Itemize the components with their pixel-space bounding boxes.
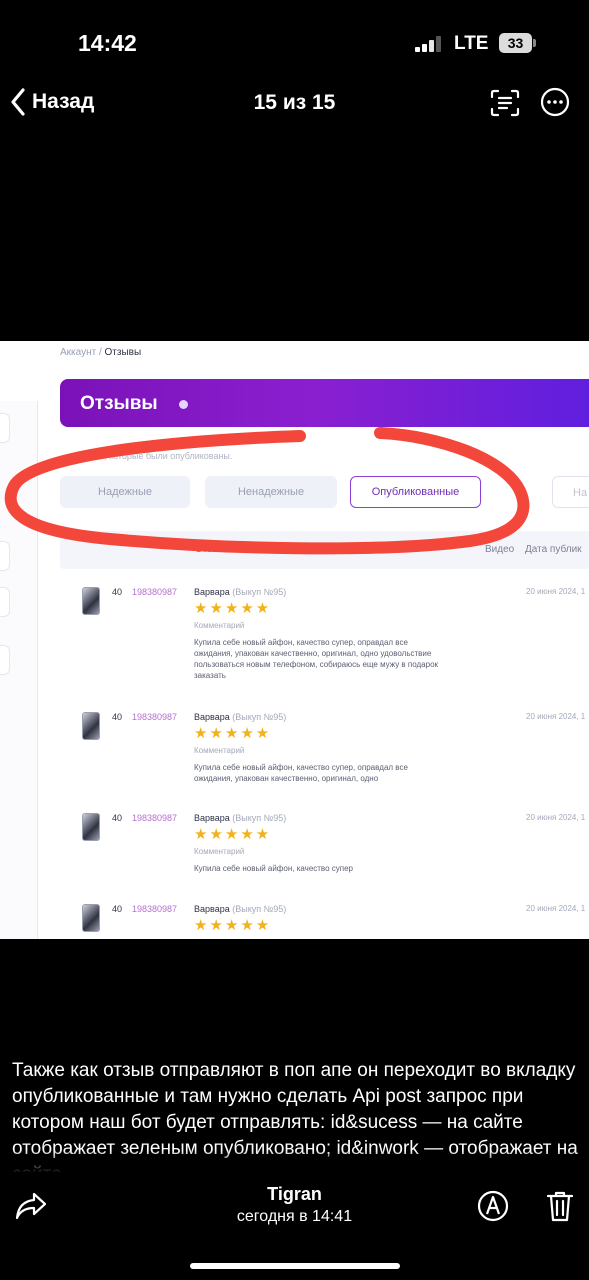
page-header-banner: Отзывы <box>60 379 589 427</box>
sidebar-item <box>0 645 10 675</box>
rating-stars: ★★★★★ <box>194 725 272 742</box>
row-qty: 40 <box>112 813 123 823</box>
delete-button[interactable] <box>545 1189 575 1223</box>
sidebar-item <box>0 587 10 617</box>
tab-next: На <box>552 476 589 508</box>
th-date: Дата публик <box>525 544 582 555</box>
trash-icon <box>546 1191 574 1222</box>
caption-fade <box>0 1150 589 1176</box>
comment-label: Комментарий <box>194 621 245 630</box>
comment-label: Комментарий <box>194 847 245 856</box>
breadcrumb-parent: Аккаунт / <box>60 347 102 358</box>
sidebar-item <box>0 541 10 571</box>
review-text: Купила себе новый айфон, качество супер <box>194 864 353 873</box>
tab-reliable: Надежные <box>60 476 190 508</box>
more-button[interactable] <box>540 87 570 117</box>
row-qty: 40 <box>112 587 123 597</box>
more-icon <box>540 87 570 117</box>
site-sidebar <box>0 401 38 939</box>
photo-content[interactable]: Аккаунт / Отзывы Отзывы ...ы, которые бы… <box>0 341 589 939</box>
phone-thumbnail-icon <box>82 904 100 932</box>
comment-label: Комментарий <box>194 746 245 755</box>
row-qty: 40 <box>112 712 123 722</box>
battery-icon: 33 <box>499 33 532 53</box>
text-scan-button[interactable] <box>489 88 521 118</box>
page-title: Отзывы <box>80 393 158 414</box>
sidebar-item <box>0 413 10 443</box>
row-date: 20 июня 2024, 1 <box>526 587 586 596</box>
tab-unreliable: Ненадежные <box>205 476 337 508</box>
tab-hint: ...ы, которые были опубликованы. <box>90 451 233 461</box>
row-author: Варвара (Выкуп №95) <box>194 813 287 823</box>
breadcrumb-current: Отзывы <box>104 347 142 358</box>
rating-stars: ★★★★★ <box>194 826 272 843</box>
markup-icon <box>477 1190 509 1222</box>
breadcrumb: Аккаунт / Отзывы <box>60 347 141 358</box>
text-scan-icon <box>490 89 520 117</box>
th-video: Видео <box>485 544 515 555</box>
table-header: Отзыв Видео Дата публик <box>60 531 589 569</box>
th-review: Отзыв <box>195 544 225 555</box>
row-id: 198380987 <box>132 904 178 914</box>
phone-thumbnail-icon <box>82 587 100 615</box>
home-indicator <box>190 1263 400 1269</box>
phone-thumbnail-icon <box>82 813 100 841</box>
rating-stars: ★★★★★ <box>194 600 272 617</box>
row-author: Варвара (Выкуп №95) <box>194 587 287 597</box>
phone-thumbnail-icon <box>82 712 100 740</box>
review-text: Купила себе новый айфон, качество супер,… <box>194 638 439 680</box>
row-id: 198380987 <box>132 587 178 597</box>
row-date: 20 июня 2024, 1 <box>526 904 586 913</box>
network-type: LTE <box>454 33 489 54</box>
nav-bar: Назад 15 из 15 <box>0 80 589 126</box>
row-id: 198380987 <box>132 712 178 722</box>
row-date: 20 июня 2024, 1 <box>526 813 586 822</box>
status-bar: 14:42 LTE 33 <box>0 0 589 80</box>
rating-stars: ★★★★★ <box>194 917 272 934</box>
signal-icon <box>415 36 443 52</box>
row-id: 198380987 <box>132 813 178 823</box>
battery-tip <box>533 39 536 47</box>
info-dot-icon <box>179 400 188 409</box>
review-text: Купила себе новый айфон, качество супер,… <box>194 763 408 783</box>
row-author: Варвара (Выкуп №95) <box>194 904 287 914</box>
row-author: Варвара (Выкуп №95) <box>194 712 287 722</box>
row-qty: 40 <box>112 904 123 914</box>
markup-button[interactable] <box>476 1189 510 1223</box>
tab-published: Опубликованные <box>350 476 481 508</box>
row-date: 20 июня 2024, 1 <box>526 712 586 721</box>
status-time: 14:42 <box>78 30 137 56</box>
